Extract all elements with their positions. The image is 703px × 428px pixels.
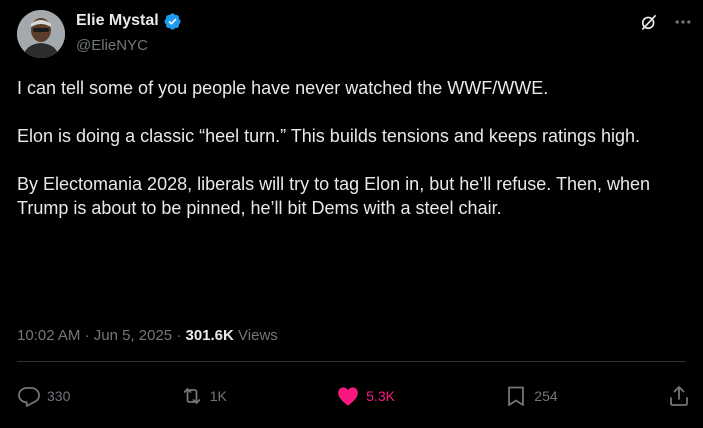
bookmark-button[interactable]: 254: [504, 384, 558, 408]
top-actions: [639, 12, 693, 32]
like-button[interactable]: 5.3K: [336, 384, 395, 408]
grok-icon[interactable]: [639, 12, 659, 32]
meta-separator: ·: [84, 327, 90, 344]
share-icon: [670, 386, 688, 406]
reply-icon: [18, 387, 40, 407]
like-count: 5.3K: [366, 388, 395, 404]
divider: [17, 361, 686, 362]
tweet-date[interactable]: Jun 5, 2025: [94, 327, 172, 344]
reply-count: 330: [47, 388, 71, 404]
share-button[interactable]: [667, 384, 691, 408]
author-row: Elie Mystal: [76, 11, 182, 31]
tweet-text: I can tell some of you people have never…: [17, 76, 693, 220]
verified-badge-icon[interactable]: [163, 12, 182, 31]
repost-count: 1K: [209, 388, 227, 404]
meta-separator: ·: [176, 327, 182, 344]
reply-button[interactable]: 330: [17, 384, 70, 408]
heart-icon: [338, 387, 359, 406]
repost-button[interactable]: 1K: [180, 384, 227, 408]
avatar[interactable]: [17, 10, 65, 58]
tweet-paragraph: I can tell some of you people have never…: [17, 78, 549, 98]
views-label: Views: [238, 327, 278, 344]
author-handle[interactable]: @ElieNYC: [76, 36, 148, 56]
tweet-paragraph: Elon is doing a classic “heel turn.” Thi…: [17, 126, 641, 146]
more-dots-icon[interactable]: [673, 12, 693, 32]
bookmark-icon: [508, 386, 525, 406]
bookmark-count: 254: [534, 388, 558, 404]
author-display-name[interactable]: Elie Mystal: [76, 11, 159, 31]
repost-icon: [183, 388, 201, 404]
tweet-meta: 10:02 AM · Jun 5, 2025 · 301.6K Views: [17, 326, 278, 346]
action-bar: 330 1K 5.3K 254: [17, 384, 691, 408]
views-count: 301.6K: [185, 327, 234, 344]
tweet-paragraph: By Electomania 2028, liberals will try t…: [17, 174, 655, 218]
tweet-time[interactable]: 10:02 AM: [17, 327, 80, 344]
avatar-image: [17, 10, 65, 58]
